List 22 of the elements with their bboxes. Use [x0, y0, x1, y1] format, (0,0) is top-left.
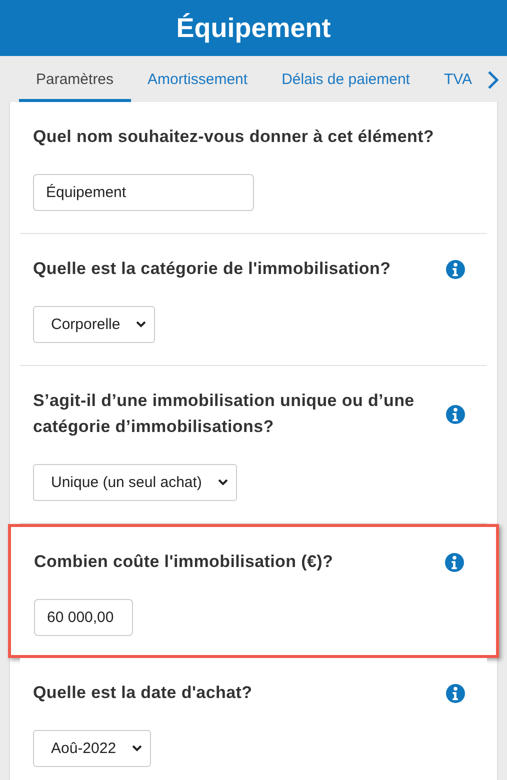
dropdown[interactable]: Aoû-2022 — [33, 730, 152, 767]
tab[interactable]: Amortissement — [130, 56, 265, 102]
chevron-right-icon[interactable] — [487, 70, 499, 90]
question-label: Quelle est la catégorie de l'immobilisation? — [33, 258, 391, 280]
info-icon[interactable] — [446, 260, 465, 278]
chevron-down-icon — [136, 321, 146, 328]
tab[interactable]: Délais de paiement — [264, 56, 427, 102]
dropdown[interactable]: Corporelle — [33, 306, 156, 343]
info-icon[interactable] — [446, 684, 465, 702]
question-label: Quelle est la date d'achat? — [33, 682, 252, 704]
chevron-down-icon — [218, 479, 228, 486]
dropdown[interactable]: Unique (un seul achat) — [33, 464, 237, 501]
info-icon[interactable] — [445, 552, 464, 572]
text-field[interactable]: 60 000,00 — [34, 599, 133, 636]
question-label: S’agit-il d’une immobilisation unique ou d’une catégorie d’immobilisations? — [33, 390, 416, 438]
question-label: Quel nom souhaitez-vous donner à cet élément? — [33, 126, 434, 148]
question-label: Combien coûte l'immobilisation (€)? — [34, 551, 334, 573]
tab[interactable]: TVA — [426, 56, 490, 102]
info-icon[interactable] — [446, 404, 465, 424]
text-field[interactable]: Équipement — [33, 174, 254, 211]
chevron-down-icon — [132, 745, 142, 752]
page-title: Équipement — [176, 12, 331, 44]
